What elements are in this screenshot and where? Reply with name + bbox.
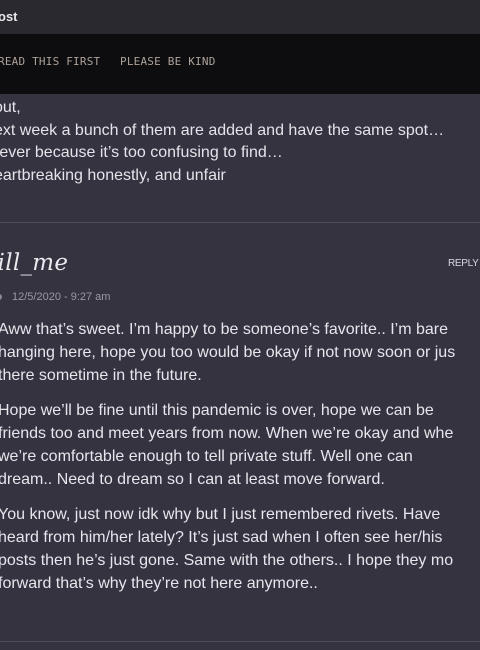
top-bar: ost (0, 0, 480, 34)
page-title: ost (0, 9, 18, 24)
text-line: posts then he’s just gone. Same with the… (0, 552, 454, 569)
comment-timestamp[interactable]: 12/5/2020 - 9:27 am (12, 291, 110, 303)
text-line: eartbreaking honestly, and unfair (0, 166, 226, 184)
nav-tab-please-be-kind[interactable]: PLEASE BE KIND (120, 55, 216, 68)
text-line: Hope we’ll be fine until this pandemic i… (0, 402, 434, 419)
text-line: there sometime in the future. (0, 367, 202, 384)
clock-icon (0, 294, 2, 301)
comment-paragraph: You know, just now idk why but I just re… (0, 503, 480, 595)
reply-button[interactable]: REPLY (448, 258, 479, 269)
text-line: out, (0, 99, 21, 116)
text-line: hanging here, hope you too would be okay… (0, 344, 456, 361)
text-line: we’re comfortable enough to tell private… (0, 448, 413, 465)
text-line: friends too and meet years from now. Whe… (0, 425, 454, 442)
text-line: You know, just now idk why but I just re… (0, 506, 441, 523)
previous-comment-text: out, ext week a bunch of them are added … (0, 97, 480, 187)
nav-bar: READ THIS FIRST PLEASE BE KIND (0, 34, 480, 94)
text-line: heard from him/her lately? It’s just sad… (0, 529, 443, 546)
text-line: ext week a bunch of them are added and h… (0, 121, 445, 139)
comment-paragraph: Hope we’ll be fine until this pandemic i… (0, 399, 480, 491)
comment-divider (0, 641, 480, 642)
comment-author[interactable]: till_me (0, 250, 68, 276)
text-line: forward that’s why they’re not here anym… (0, 575, 318, 592)
comment-meta: 12/5/2020 - 9:27 am (0, 291, 110, 303)
comment-divider (0, 222, 480, 223)
comment-paragraph: Aww that’s sweet. I’m happy to be someon… (0, 318, 480, 387)
text-line: Aww that’s sweet. I’m happy to be someon… (0, 321, 448, 338)
comment-body: Aww that’s sweet. I’m happy to be someon… (0, 318, 480, 607)
text-line: dream.. Need to dream so I can at least … (0, 471, 385, 488)
nav-tab-read-this-first[interactable]: READ THIS FIRST (0, 55, 100, 68)
text-line: rever because it’s too confusing to find… (0, 144, 283, 161)
